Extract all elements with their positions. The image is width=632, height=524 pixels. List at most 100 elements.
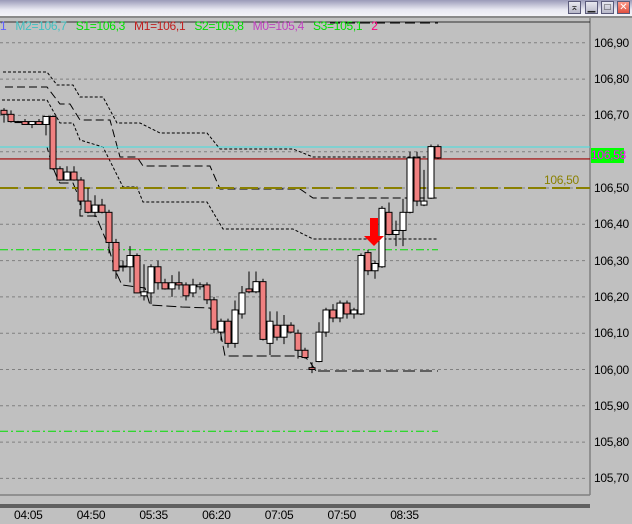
y-tick-label: 106,00 xyxy=(594,362,629,377)
candle xyxy=(112,238,120,279)
bull-candle-body xyxy=(406,157,414,213)
bull-candle-body xyxy=(399,211,407,231)
candle xyxy=(245,271,253,294)
candle xyxy=(98,198,106,214)
candle xyxy=(196,282,204,290)
bear-candle-body xyxy=(35,121,43,125)
candle xyxy=(294,329,302,359)
bear-candle-body xyxy=(77,179,85,202)
y-tick-label: 106,30 xyxy=(594,253,629,268)
candle xyxy=(7,110,15,123)
bear-candle-body xyxy=(385,211,393,235)
bull-candle-body xyxy=(231,309,239,344)
bear-candle-body xyxy=(273,324,281,338)
candle xyxy=(301,347,309,359)
candle xyxy=(21,119,29,125)
middle-band-line xyxy=(5,86,437,199)
bull-candle-body xyxy=(252,281,260,293)
upper-band-line xyxy=(3,71,437,158)
legend-item: M0=105,4 xyxy=(252,19,305,33)
candle xyxy=(224,318,232,348)
candle xyxy=(133,253,141,294)
candle xyxy=(84,188,92,214)
candle xyxy=(182,282,190,301)
bear-candle-body xyxy=(56,168,64,181)
candle xyxy=(238,286,246,319)
candle xyxy=(28,121,36,129)
candle xyxy=(336,300,344,323)
candle xyxy=(119,260,127,272)
price-chart[interactable] xyxy=(0,0,632,524)
candle xyxy=(371,260,379,279)
bull-candle-body xyxy=(147,266,155,294)
bear-candle-body xyxy=(224,320,232,344)
candle xyxy=(77,177,85,210)
legend-item: 1 xyxy=(0,19,7,33)
bear-candle-body xyxy=(21,121,29,125)
bull-candle-body xyxy=(238,292,246,315)
bear-candle-body xyxy=(329,309,337,319)
bull-candle-body xyxy=(427,146,435,199)
y-tick-label: 106,40 xyxy=(594,217,629,232)
x-tick-label: 07:05 xyxy=(264,508,294,522)
candle xyxy=(308,362,316,374)
candle xyxy=(126,246,134,283)
candle xyxy=(329,304,337,323)
candle xyxy=(140,264,148,301)
bear-candle-body xyxy=(210,299,218,330)
bear-candle-body xyxy=(343,302,351,315)
bull-candle-body xyxy=(420,200,428,206)
y-tick-label: 105,70 xyxy=(594,471,629,486)
bear-candle-body xyxy=(175,282,183,286)
bull-candle-body xyxy=(28,121,36,125)
candle xyxy=(364,249,372,276)
bear-candle-body xyxy=(294,332,302,351)
y-tick-label: 106,90 xyxy=(594,35,629,50)
candle xyxy=(42,115,50,136)
candle xyxy=(406,151,414,214)
legend-item: S1=106,3 xyxy=(75,19,126,33)
candle xyxy=(385,202,393,236)
candle xyxy=(273,311,281,341)
candle xyxy=(63,166,71,181)
candle xyxy=(168,275,176,297)
bull-candle-body xyxy=(42,115,50,125)
current-price-box: 106,58 xyxy=(591,148,626,163)
candle xyxy=(161,278,169,290)
bull-candle-body xyxy=(168,282,176,290)
bear-candle-body xyxy=(133,255,141,294)
x-tick-label: 06:20 xyxy=(202,508,231,522)
bull-candle-body xyxy=(266,320,274,344)
candle xyxy=(189,278,197,297)
y-tick-label: 105,80 xyxy=(594,435,629,450)
bull-candle-body xyxy=(63,171,71,181)
candle xyxy=(105,209,113,254)
bull-candle-body xyxy=(322,309,330,333)
bear-candle-body xyxy=(287,324,295,333)
x-tick-label: 04:05 xyxy=(14,508,43,522)
candle xyxy=(14,120,22,124)
bear-candle-body xyxy=(0,109,8,115)
x-tick-label: 08:35 xyxy=(390,508,419,522)
candle xyxy=(315,322,323,363)
candle xyxy=(287,322,295,334)
x-tick-label: 05:35 xyxy=(139,508,168,522)
bear-candle-body xyxy=(112,241,120,272)
legend-item: M2=106,7 xyxy=(15,19,67,33)
bull-candle-body xyxy=(196,284,204,288)
bear-candle-body xyxy=(182,284,190,297)
bull-candle-body xyxy=(280,324,288,338)
legend-item: M1=106,1 xyxy=(134,19,186,33)
bear-candle-body xyxy=(259,281,267,340)
y-tick-label: 106,50 xyxy=(594,181,629,195)
candle xyxy=(266,311,274,355)
bear-candle-body xyxy=(364,252,372,272)
candle xyxy=(56,166,64,181)
candle xyxy=(175,271,183,290)
candle xyxy=(91,195,99,218)
legend-item: S3=105,1 xyxy=(312,19,363,33)
candle xyxy=(217,318,225,341)
candle xyxy=(434,144,442,159)
bear-candle-body xyxy=(245,288,253,293)
x-tick-label: 07:50 xyxy=(327,508,357,522)
